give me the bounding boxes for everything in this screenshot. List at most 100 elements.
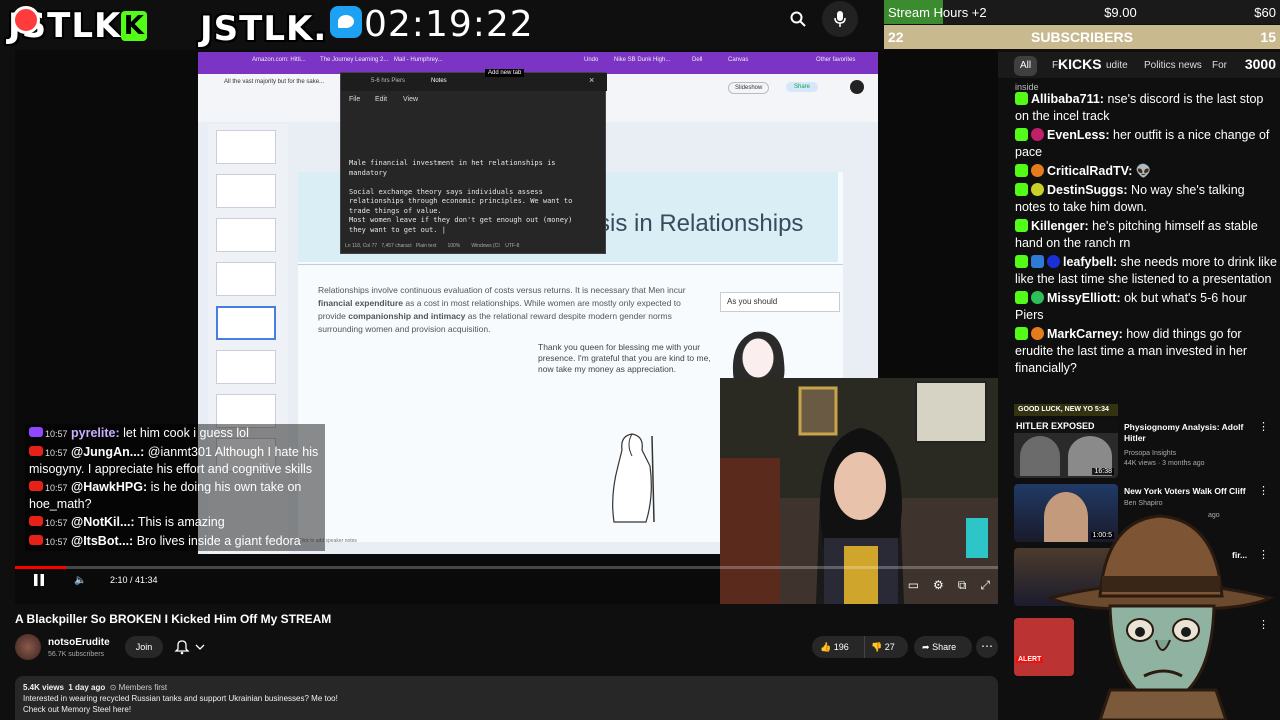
avatar xyxy=(1031,183,1044,196)
notepad-tab: 5-6 hrs Piers xyxy=(371,78,406,84)
channel-avatar[interactable] xyxy=(15,634,41,660)
chat-line: CriticalRadTV: 👽 xyxy=(1012,162,1280,181)
notepad-menu: File Edit View xyxy=(341,91,607,109)
rec-duration: 16:38 xyxy=(1092,468,1114,475)
like-button[interactable]: 👍 196 xyxy=(812,636,864,658)
chip-erudite[interactable]: udite xyxy=(1100,56,1134,76)
youtube-icon xyxy=(29,481,43,491)
stream-hours-label: Stream Hours +2 xyxy=(888,4,987,20)
badge-icon xyxy=(1031,255,1044,268)
recommended-video[interactable]: HITLER EXPOSED 16:38 Physiognomy Analysi… xyxy=(1012,420,1272,480)
avatar xyxy=(1031,291,1044,304)
rec-thumbnail-portrait xyxy=(1020,436,1060,476)
chat-time: 10:57 xyxy=(45,483,68,493)
record-icon xyxy=(12,6,40,34)
slide-thumbnail xyxy=(216,394,276,428)
divider xyxy=(298,264,843,265)
rec-thumbnail: HITLER EXPOSED 16:38 xyxy=(1014,420,1118,478)
browser-tab: The Journey Learning 2... xyxy=(320,57,389,63)
upload-age: 1 day ago xyxy=(68,683,106,692)
channel-name[interactable]: notsoErudite xyxy=(48,637,110,648)
chat-username: pyrelite: xyxy=(71,426,120,440)
subscribers-left-count: 22 xyxy=(888,29,904,45)
thumbs-down-icon: 👎 xyxy=(871,642,883,652)
search-button[interactable] xyxy=(780,1,816,37)
slide-body-text: Relationships involve continuous evaluat… xyxy=(318,285,686,295)
kick-icon xyxy=(1015,164,1028,177)
pause-icon[interactable] xyxy=(33,574,45,586)
browser-tab: Other favorites xyxy=(816,57,856,63)
doc-title: All the vast majority but for the sake..… xyxy=(224,79,325,85)
slide-title: sis in Relationships xyxy=(598,210,804,237)
stream-clock: 02:19:22 xyxy=(364,4,534,45)
kick-icon xyxy=(1015,183,1028,196)
detective-mascot-icon xyxy=(1045,514,1275,720)
chat-line: DestinSuggs: No way she's talking notes … xyxy=(1012,181,1280,217)
chat-line: leafybell: she needs more to drink like … xyxy=(1012,253,1280,289)
rec-title: Physiognomy Analysis: Adolf Hitler xyxy=(1124,422,1244,443)
progress-fill xyxy=(15,566,67,569)
good-luck-text: GOOD LUCK, NEW YO xyxy=(1018,406,1093,413)
chat-line: Allibaba711: nse's discord is the last s… xyxy=(1012,90,1280,126)
rec-meta: 44K views · 3 months ago xyxy=(1124,460,1205,467)
more-actions-button[interactable]: ⋯ xyxy=(976,636,998,658)
chat-time: 10:57 xyxy=(45,429,68,439)
miniplayer-icon[interactable]: ⧉ xyxy=(958,578,967,593)
notepad-status: Ln 118, Col 77 7,457 charact Plain text … xyxy=(345,243,520,249)
browser-tab-strip: Amazon.com: Hitti... The Journey Learnin… xyxy=(198,52,878,74)
chat-username: @HawkHPG: xyxy=(71,480,148,494)
kick-icon xyxy=(1015,255,1028,268)
video-progress-bar[interactable] xyxy=(15,566,998,569)
chat-username: @JungAn...: xyxy=(71,445,145,459)
view-count: 5.4K views xyxy=(23,683,64,692)
recommended-header-strip: GOOD LUCK, NEW YO 5:34 xyxy=(1014,404,1118,416)
avatar xyxy=(1031,128,1044,141)
chat-text: Bro lives inside a giant fedora xyxy=(136,534,301,548)
chat-line: 10:57 pyrelite: let him cook i guess lol xyxy=(25,424,325,443)
youtube-icon xyxy=(29,446,43,456)
more-icon: ⋯ xyxy=(981,639,993,653)
description-line: Interested in wearing recycled Russian t… xyxy=(23,694,338,703)
chat-username: Allibaba711: xyxy=(1031,92,1104,106)
notepad-titlebar: 5-6 hrs Piers Notes Add new tab × xyxy=(341,69,607,91)
slide-thumbnail xyxy=(216,350,276,384)
video-description[interactable]: 5.4K views 1 day ago ⊙ Members first Int… xyxy=(15,676,998,720)
dislike-button[interactable]: 👎 27 xyxy=(864,636,908,658)
video-title: A Blackpiller So BROKEN I Kicked Him Off… xyxy=(15,612,332,626)
jstlk-kick-logo: JSTLKK xyxy=(8,6,148,46)
chip-all[interactable]: All xyxy=(1014,56,1038,76)
chip-for[interactable]: For xyxy=(1206,56,1233,76)
rec-channel: Prosopa Insights xyxy=(1124,450,1177,457)
chat-username: DestinSuggs: xyxy=(1047,183,1128,197)
chat-line: 10:57 @HawkHPG: is he doing his own take… xyxy=(25,478,325,513)
volume-icon[interactable]: 🔈 xyxy=(74,575,86,586)
subtitles-icon[interactable]: ▭ xyxy=(908,578,919,592)
notification-bell-button[interactable] xyxy=(172,636,212,658)
chat-line: Killenger: he's pitching himself as stab… xyxy=(1012,217,1280,253)
join-button[interactable]: Join xyxy=(125,636,163,658)
slideshow-button: Slideshow xyxy=(728,82,770,94)
stream-hours-goal: Stream Hours +2 $9.00 $60 xyxy=(884,0,1280,24)
slide-quote: Thank you queen for blessing me with you… xyxy=(538,342,711,374)
chat-line: 10:57 @ItsBot...: Bro lives inside a gia… xyxy=(25,532,325,551)
chat-text: 👽 xyxy=(1135,164,1152,178)
twitter-icon xyxy=(330,6,363,38)
chat-line: 10:57 @JungAn...: @ianmt301 Although I h… xyxy=(25,443,325,478)
youtube-icon xyxy=(29,535,43,545)
settings-icon[interactable]: ⚙ xyxy=(933,578,944,592)
menu-file: File xyxy=(349,96,361,103)
chat-line: MarkCarney: how did things go for erudit… xyxy=(1012,325,1280,378)
fullscreen-icon[interactable]: ⤢ xyxy=(980,578,990,593)
chip-politics-news[interactable]: Politics news xyxy=(1138,56,1208,76)
share-button[interactable]: ➦ Share xyxy=(914,636,972,658)
notepad-window: 5-6 hrs Piers Notes Add new tab × File E… xyxy=(340,69,607,254)
avatar xyxy=(1047,255,1060,268)
chat-line: MissyElliott: ok but what's 5-6 hour Pie… xyxy=(1012,289,1280,325)
channel-subscribers: 56.7K subscribers xyxy=(48,651,105,658)
chat-username: Killenger: xyxy=(1031,219,1089,233)
slide-thumbnail xyxy=(216,262,276,296)
chat-time: 10:57 xyxy=(45,537,68,547)
share-icon: ➦ xyxy=(922,642,930,652)
more-vertical-icon[interactable]: ⋮ xyxy=(1258,420,1269,433)
voice-search-button[interactable] xyxy=(822,1,858,37)
